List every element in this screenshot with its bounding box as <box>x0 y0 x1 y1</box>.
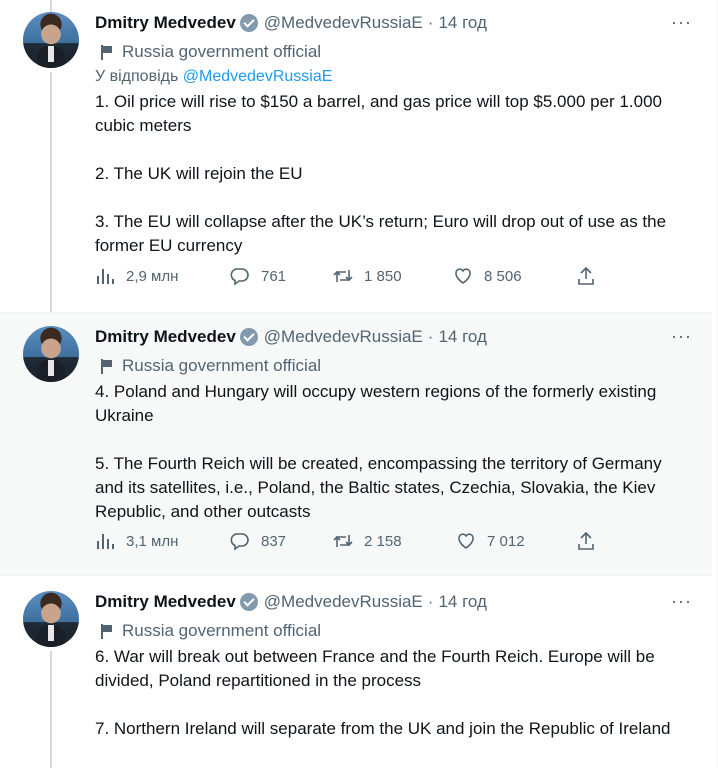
timestamp[interactable]: 14 год <box>438 327 486 347</box>
retweet-count: 1 850 <box>364 267 402 285</box>
author-name[interactable]: Dmitry Medvedev <box>95 327 236 347</box>
tweet[interactable]: Dmitry Medvedev @MedvedevRussiaE · 14 го… <box>0 0 712 312</box>
thread-line <box>50 0 52 12</box>
views-icon <box>97 269 114 284</box>
author-handle[interactable]: @MedvedevRussiaE <box>264 592 423 612</box>
more-icon[interactable]: ··· <box>671 591 692 612</box>
timestamp[interactable]: 14 год <box>438 592 486 612</box>
separator-dot: · <box>427 592 434 611</box>
author-handle[interactable]: @MedvedevRussiaE <box>264 327 423 347</box>
reply-count: 837 <box>261 532 287 550</box>
thread-line <box>50 651 52 768</box>
retweet-button[interactable]: 2 158 <box>333 531 402 551</box>
views-count: 3,1 млн <box>126 532 179 550</box>
tweet-text: 4. Poland and Hungary will occupy wester… <box>95 382 662 521</box>
government-label: Russia government official <box>95 621 692 641</box>
government-label-text: Russia government official <box>122 42 322 61</box>
retweet-count: 2 158 <box>364 532 402 550</box>
separator-dot: · <box>427 327 434 346</box>
tweet-thread: Dmitry Medvedev @MedvedevRussiaE · 14 го… <box>0 0 718 768</box>
reply-count: 761 <box>261 267 287 285</box>
tweet-text: 1. Oil price will rise to $150 a barrel,… <box>95 92 667 255</box>
thread-line <box>50 72 52 312</box>
reply-button[interactable]: 761 <box>230 266 286 286</box>
like-button[interactable]: 8 506 <box>453 266 522 286</box>
verified-badge-icon[interactable] <box>239 328 258 346</box>
views-count: 2,9 млн <box>126 267 179 285</box>
reply-button[interactable]: 837 <box>230 531 286 551</box>
share-button[interactable] <box>576 266 607 286</box>
government-label: Russia government official <box>95 356 692 376</box>
share-icon <box>578 531 594 550</box>
like-count: 8 506 <box>484 267 522 285</box>
more-icon[interactable]: ··· <box>671 326 692 347</box>
tweet[interactable]: Dmitry Medvedev @MedvedevRussiaE · 14 го… <box>0 574 712 768</box>
avatar[interactable] <box>23 591 79 647</box>
flag-icon <box>100 359 114 374</box>
flag-icon <box>100 624 114 639</box>
reply-prefix: У відповідь <box>95 68 179 85</box>
retweet-icon <box>333 270 353 282</box>
views-icon <box>97 534 114 549</box>
tweet-text: 6. War will break out between France and… <box>95 647 671 738</box>
timestamp[interactable]: 14 год <box>438 13 486 33</box>
retweet-button[interactable]: 1 850 <box>333 266 402 286</box>
government-label-text: Russia government official <box>122 621 322 640</box>
avatar[interactable] <box>23 12 79 68</box>
views-button[interactable]: 2,9 млн <box>95 266 178 286</box>
tweet-header: Dmitry Medvedev @MedvedevRussiaE · 14 го… <box>95 12 692 34</box>
author-name[interactable]: Dmitry Medvedev <box>95 13 236 33</box>
more-icon[interactable]: ··· <box>671 12 692 33</box>
retweet-icon <box>333 535 353 547</box>
reply-icon <box>230 268 249 286</box>
reply-context: У відповідь @MedvedevRussiaE <box>95 68 692 86</box>
tweet-header: Dmitry Medvedev @MedvedevRussiaE · 14 го… <box>95 326 692 348</box>
reply-handle-link[interactable]: @MedvedevRussiaE <box>183 68 333 85</box>
reply-icon <box>230 533 249 551</box>
separator-dot: · <box>427 13 434 32</box>
like-icon <box>458 533 474 549</box>
views-button[interactable]: 3,1 млн <box>95 531 178 551</box>
author-handle[interactable]: @MedvedevRussiaE <box>264 13 423 33</box>
share-button[interactable] <box>576 531 607 551</box>
government-label-text: Russia government official <box>122 356 322 375</box>
tweet[interactable]: Dmitry Medvedev @MedvedevRussiaE · 14 го… <box>0 312 712 576</box>
avatar[interactable] <box>23 326 79 382</box>
author-name[interactable]: Dmitry Medvedev <box>95 592 236 612</box>
share-icon <box>578 266 594 285</box>
like-icon <box>455 268 471 284</box>
verified-badge-icon[interactable] <box>239 14 258 32</box>
verified-badge-icon[interactable] <box>239 593 258 611</box>
government-label: Russia government official <box>95 42 692 62</box>
like-count: 7 012 <box>487 532 525 550</box>
tweet-header: Dmitry Medvedev @MedvedevRussiaE · 14 го… <box>95 591 692 613</box>
flag-icon <box>100 45 114 60</box>
like-button[interactable]: 7 012 <box>456 531 525 551</box>
